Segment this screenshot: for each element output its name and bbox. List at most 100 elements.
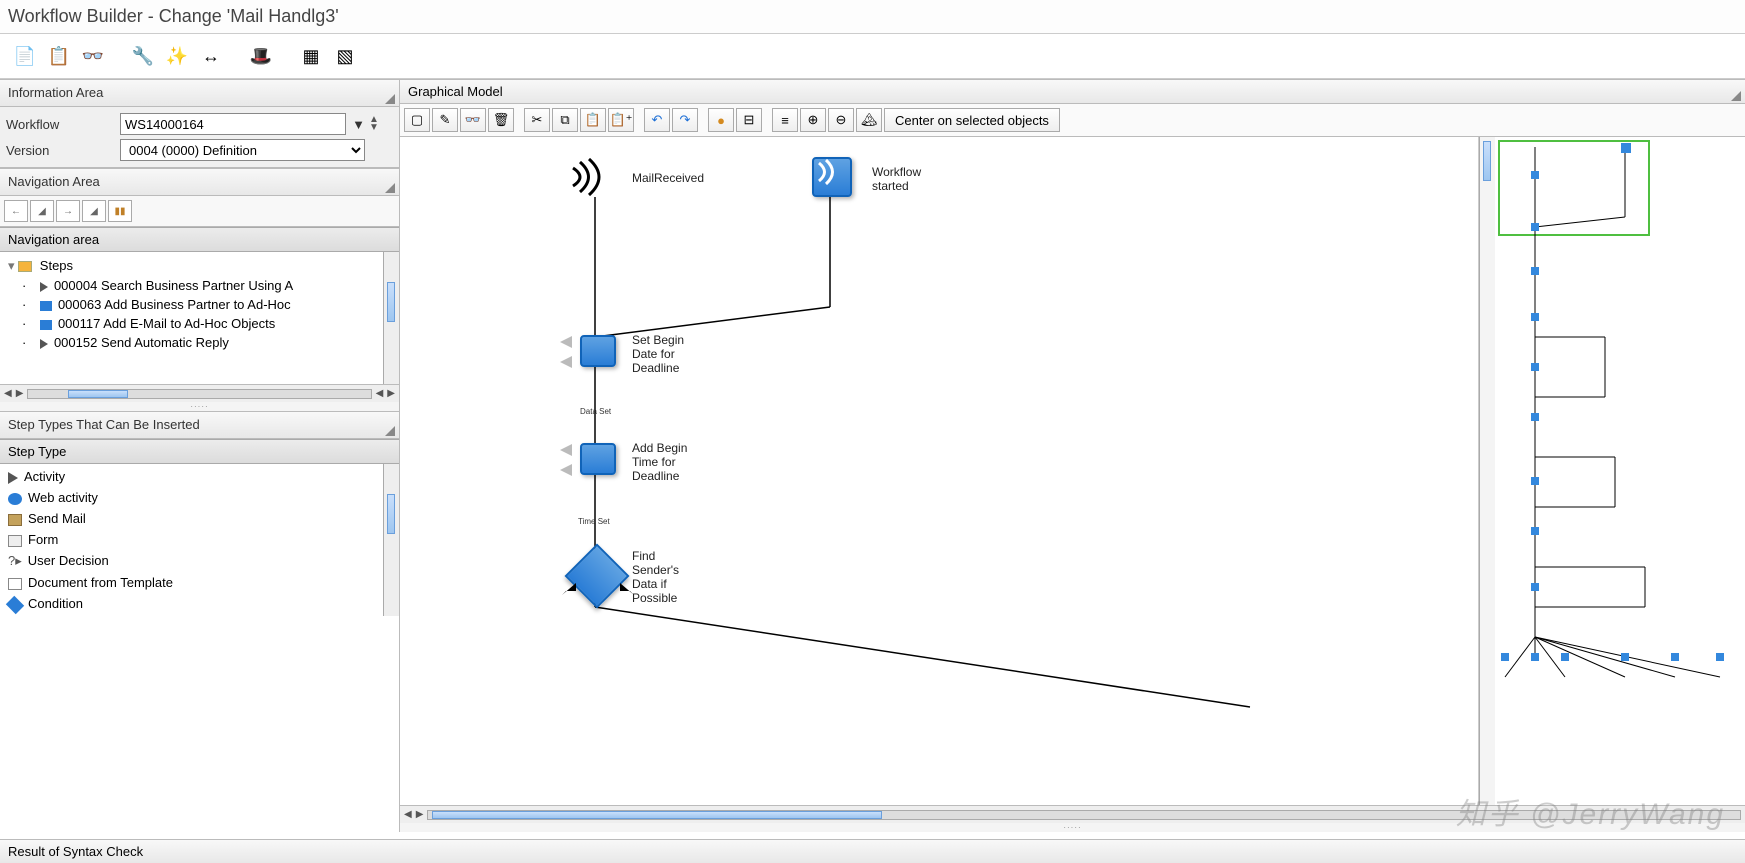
- container-icon: [40, 301, 52, 311]
- align-icon[interactable]: ↔: [196, 42, 226, 70]
- nav-toolbar: ← ◢ → ◢ ▮▮: [0, 196, 399, 227]
- center-selected-button[interactable]: Center on selected objects: [884, 108, 1060, 132]
- edge-label: Data Set: [580, 407, 611, 416]
- steptype-item[interactable]: Document from Template: [4, 572, 379, 593]
- steptype-label: Web activity: [28, 490, 98, 505]
- steptype-label: Send Mail: [28, 511, 86, 526]
- nav-columns-icon[interactable]: ▮▮: [108, 200, 132, 222]
- new-icon[interactable]: ▢: [404, 108, 430, 132]
- workflow-label: Workflow: [6, 117, 116, 132]
- steptypes-panel: Step Type Activity Web activity Send Mai…: [0, 439, 399, 832]
- collapse-icon[interactable]: [385, 426, 395, 436]
- window-title: Workflow Builder - Change 'Mail Handlg3': [0, 0, 1745, 34]
- node-label: Workflow started: [872, 165, 942, 193]
- table2-icon[interactable]: ▧: [330, 42, 360, 70]
- zoom-out-icon[interactable]: ⊖: [828, 108, 854, 132]
- graphical-model-title: Graphical Model: [408, 84, 503, 99]
- nav-fwd-button[interactable]: →: [56, 200, 80, 222]
- form-icon: [8, 535, 22, 547]
- hierarchy-icon[interactable]: ⊟: [736, 108, 762, 132]
- edit-icon[interactable]: ✎: [432, 108, 458, 132]
- steptype-item[interactable]: Web activity: [4, 487, 379, 508]
- collapse-icon[interactable]: [1731, 91, 1741, 101]
- info-area-body: Workflow ▼ ▲▼ Version 0004 (0000) Defini…: [0, 107, 399, 168]
- info-scroll[interactable]: ▲▼: [369, 116, 393, 132]
- folder-icon: [18, 261, 32, 272]
- node-icon[interactable]: ●: [708, 108, 734, 132]
- canvas-hscroll[interactable]: ◀▶: [400, 805, 1745, 823]
- tree-vscroll[interactable]: [383, 252, 399, 384]
- web-icon: [8, 493, 22, 505]
- tree-hscroll[interactable]: ◀▶ ◀▶: [0, 384, 399, 402]
- paste-special-icon[interactable]: 📋⁺: [608, 108, 634, 132]
- left-panel: Information Area Workflow ▼ ▲▼ Version 0…: [0, 79, 400, 832]
- node-label: Find Sender's Data if Possible: [632, 549, 702, 605]
- activity-icon: [8, 472, 18, 484]
- redo-icon[interactable]: ↷: [672, 108, 698, 132]
- version-label: Version: [6, 143, 116, 158]
- node-label: Set Begin Date for Deadline: [632, 333, 702, 375]
- graphical-model-header: Graphical Model: [400, 79, 1745, 104]
- set-begin-date-node[interactable]: [580, 335, 616, 367]
- tree-item[interactable]: · 000004 Search Business Partner Using A: [2, 276, 381, 295]
- tree-item[interactable]: · 000152 Send Automatic Reply: [2, 333, 381, 352]
- canvas-vscroll[interactable]: [1479, 137, 1495, 805]
- steptype-item[interactable]: Activity: [4, 466, 379, 487]
- hat-icon[interactable]: 🎩: [246, 42, 276, 70]
- version-select[interactable]: 0004 (0000) Definition: [120, 139, 365, 161]
- tree-item[interactable]: · 000063 Add Business Partner to Ad-Hoc: [2, 295, 381, 314]
- tree-item-label: 000004 Search Business Partner Using A: [54, 278, 293, 293]
- steptype-label: Activity: [24, 469, 65, 484]
- spectacles-icon[interactable]: 👓: [78, 42, 108, 70]
- wrench-icon[interactable]: 🔧: [128, 42, 158, 70]
- document-icon[interactable]: 📄: [10, 42, 40, 70]
- mail-icon: [8, 514, 22, 526]
- workflow-input[interactable]: [120, 113, 346, 135]
- tree-item-label: 000117 Add E-Mail to Ad-Hoc Objects: [58, 316, 275, 331]
- tree-root[interactable]: ▾ Steps: [2, 256, 381, 276]
- paste-icon[interactable]: 📋: [580, 108, 606, 132]
- condition-icon: [6, 595, 24, 613]
- steptypes-col-header: Step Type: [0, 439, 399, 464]
- undo-icon[interactable]: ↶: [644, 108, 670, 132]
- steptype-label: User Decision: [28, 553, 109, 568]
- add-begin-time-node[interactable]: [580, 443, 616, 475]
- decision-icon: ?▸: [8, 553, 22, 568]
- cut-icon[interactable]: ✂: [524, 108, 550, 132]
- nav-sub-header: Navigation area: [0, 227, 399, 252]
- fit-icon[interactable]: 🏔: [856, 108, 882, 132]
- nav-fwd-drop-icon[interactable]: ◢: [82, 200, 106, 222]
- steptype-item[interactable]: Form: [4, 529, 379, 550]
- zoom-in-icon[interactable]: ⊕: [800, 108, 826, 132]
- graphical-model-panel: Graphical Model ▢ ✎ 👓 🗑 ✂ ⧉ 📋 📋⁺ ↶ ↷ ● ⊟…: [400, 79, 1745, 832]
- delete-icon[interactable]: 🗑: [488, 108, 514, 132]
- collapse-icon[interactable]: [385, 183, 395, 193]
- dropdown-icon[interactable]: ▼: [352, 117, 365, 132]
- tree-item[interactable]: · 000117 Add E-Mail to Ad-Hoc Objects: [2, 314, 381, 333]
- minimap[interactable]: [1495, 137, 1745, 805]
- splitter-gripper[interactable]: ·····: [0, 402, 399, 411]
- align-left-icon[interactable]: ≡: [772, 108, 798, 132]
- nav-back-button[interactable]: ←: [4, 200, 28, 222]
- splitter-gripper[interactable]: ·····: [400, 823, 1745, 832]
- table-icon[interactable]: ▦: [296, 42, 326, 70]
- steptype-item[interactable]: Send Mail: [4, 508, 379, 529]
- nav-back-drop-icon[interactable]: ◢: [30, 200, 54, 222]
- steptype-label: Form: [28, 532, 58, 547]
- magic-wand-icon[interactable]: ✨: [162, 42, 192, 70]
- workflow-started-node[interactable]: [812, 157, 852, 197]
- main-toolbar: 📄 📋 👓 🔧 ✨ ↔ 🎩 ▦ ▧: [0, 34, 1745, 79]
- steptype-label: Condition: [28, 596, 83, 611]
- find-icon[interactable]: 👓: [460, 108, 486, 132]
- copy-icon[interactable]: ⧉: [552, 108, 578, 132]
- steptype-label: Document from Template: [28, 575, 173, 590]
- steptype-item[interactable]: ?▸ User Decision: [4, 550, 379, 572]
- steptype-item[interactable]: Condition: [4, 593, 379, 614]
- workflow-canvas[interactable]: MailReceived Workflow started Set Begin …: [400, 137, 1479, 805]
- steptypes-header: Step Types That Can Be Inserted: [0, 411, 399, 439]
- paste-folder-icon[interactable]: 📋: [44, 42, 74, 70]
- tree-item-label: 000063 Add Business Partner to Ad-Hoc: [58, 297, 291, 312]
- steptypes-vscroll[interactable]: [383, 464, 399, 616]
- node-label: MailReceived: [632, 171, 704, 185]
- collapse-icon[interactable]: [385, 94, 395, 104]
